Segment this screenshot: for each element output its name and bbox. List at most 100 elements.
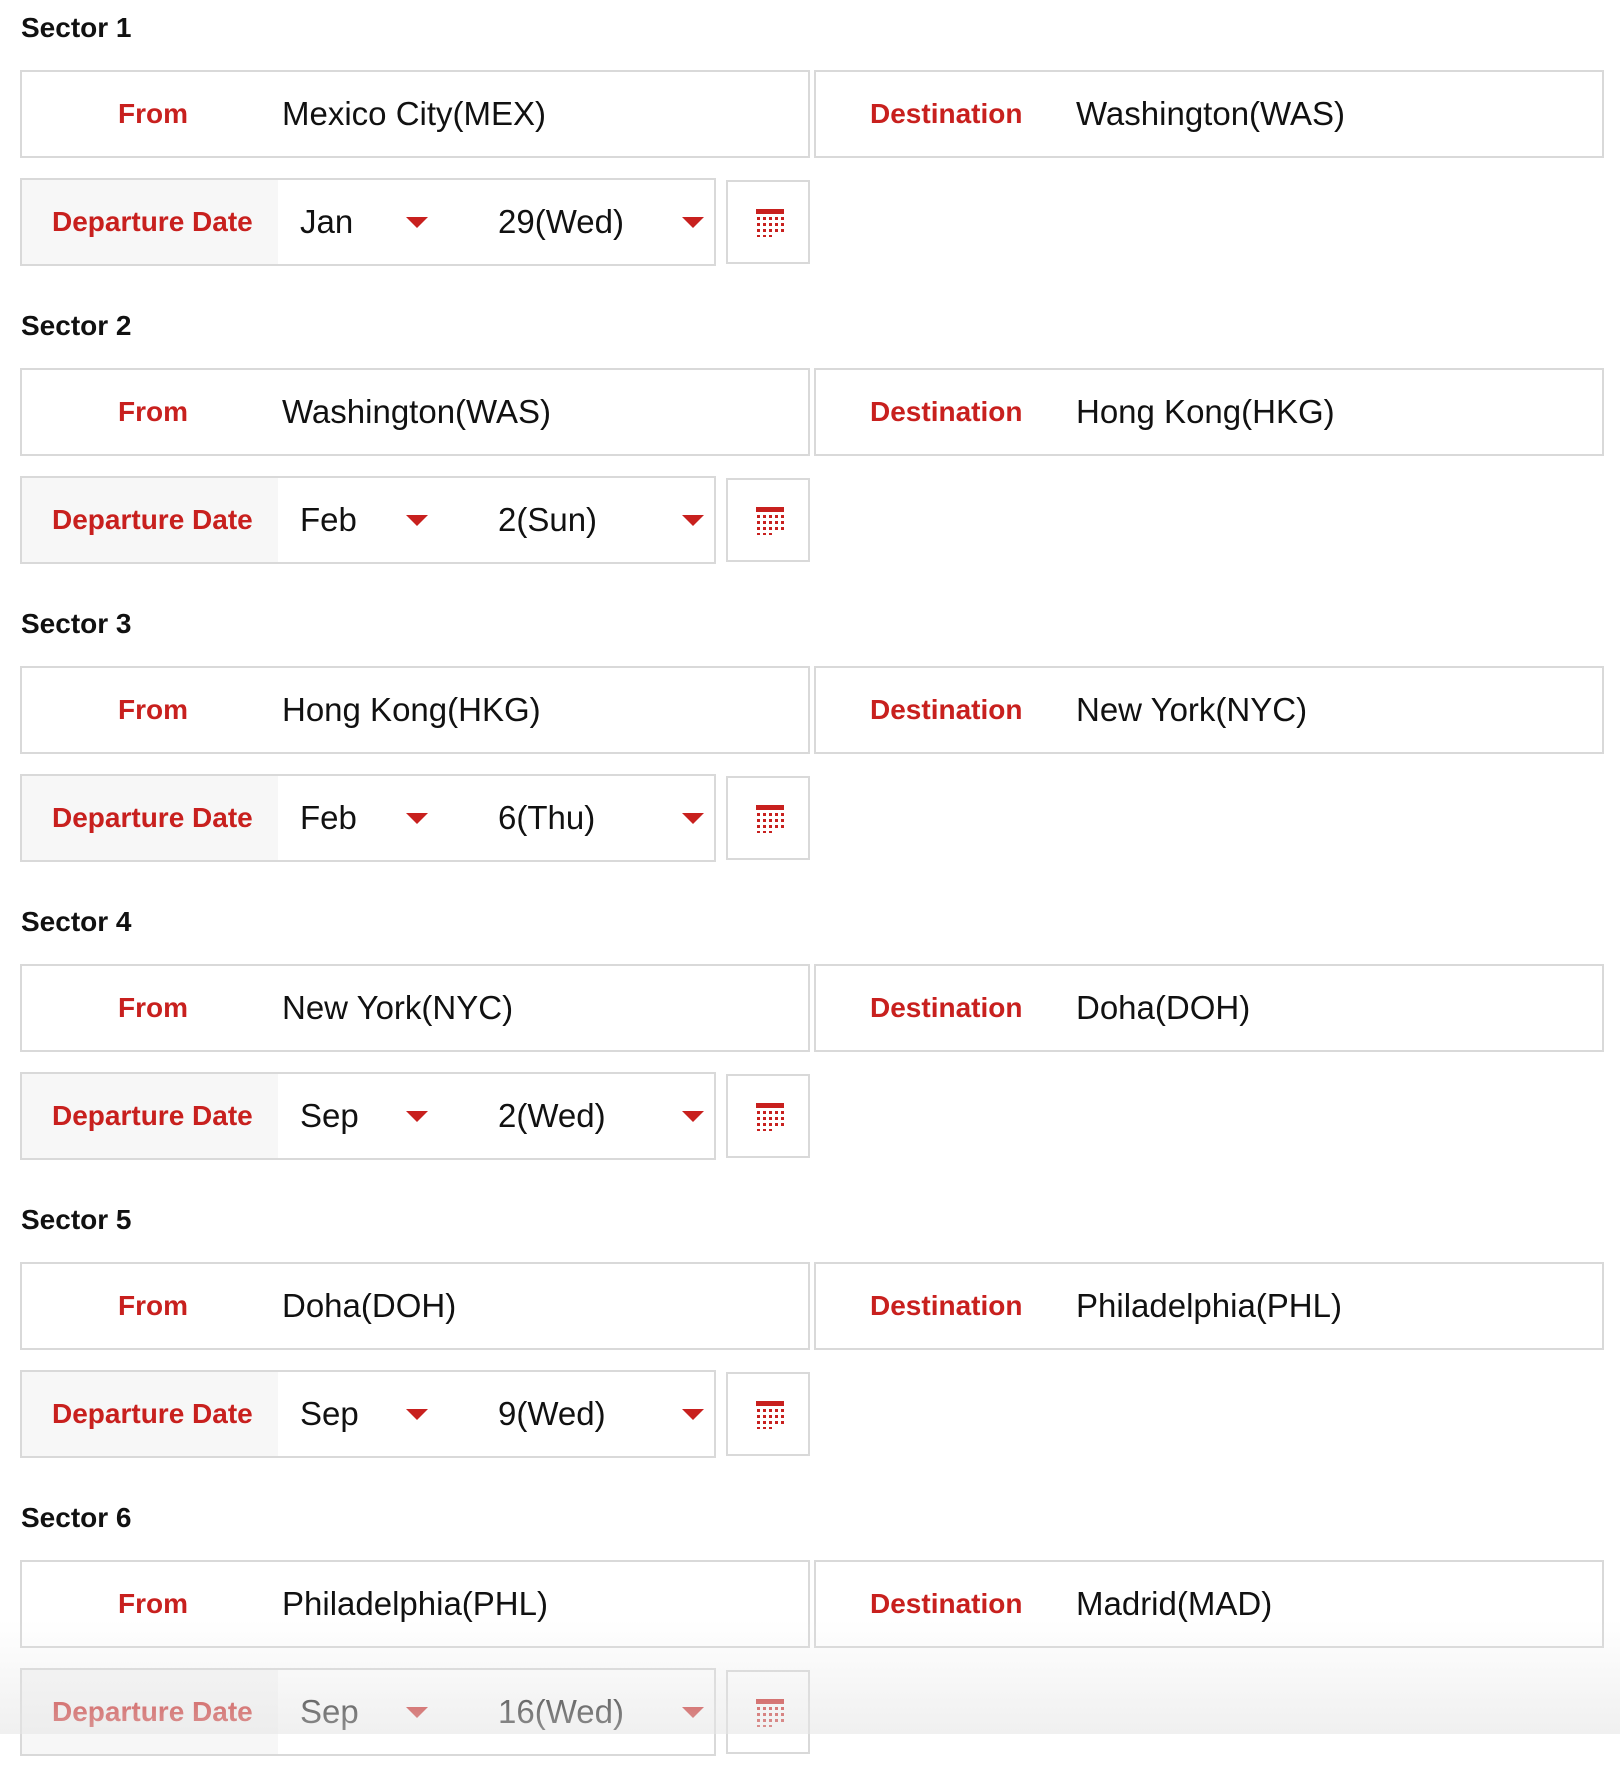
calendar-icon xyxy=(756,1401,784,1429)
calendar-icon xyxy=(756,1699,784,1727)
calendar-button[interactable] xyxy=(726,776,810,860)
from-value[interactable]: Hong Kong(HKG) xyxy=(282,668,541,752)
departure-date-field: Departure Date Feb 2(Sun) xyxy=(20,476,716,564)
sector-title: Sector 3 xyxy=(21,608,132,639)
destination-field[interactable]: Destination Washington(WAS) xyxy=(814,70,1604,158)
caret-down-icon xyxy=(682,1707,704,1718)
from-value[interactable]: Philadelphia(PHL) xyxy=(282,1562,548,1646)
from-field[interactable]: From New York(NYC) xyxy=(20,964,810,1052)
departure-date-field: Departure Date Feb 6(Thu) xyxy=(20,774,716,862)
calendar-icon xyxy=(756,805,784,833)
calendar-button[interactable] xyxy=(726,180,810,264)
sector-2: Sector 2 From Washington(WAS) Destinatio… xyxy=(0,298,1620,596)
from-field[interactable]: From Doha(DOH) xyxy=(20,1262,810,1350)
from-field[interactable]: From Mexico City(MEX) xyxy=(20,70,810,158)
month-select[interactable]: Sep xyxy=(278,1074,458,1158)
departure-date-label: Departure Date xyxy=(22,1670,278,1754)
sector-title: Sector 4 xyxy=(21,906,132,937)
day-select[interactable]: 16(Wed) xyxy=(458,1670,714,1754)
sector-list: Sector 1 From Mexico City(MEX) Destinati… xyxy=(0,0,1620,1788)
calendar-button[interactable] xyxy=(726,478,810,562)
destination-label: Destination xyxy=(870,396,1023,427)
from-field[interactable]: From Philadelphia(PHL) xyxy=(20,1560,810,1648)
from-label: From xyxy=(118,396,188,427)
from-label: From xyxy=(118,1290,188,1321)
caret-down-icon xyxy=(682,1111,704,1122)
departure-date-label: Departure Date xyxy=(22,776,278,860)
destination-label: Destination xyxy=(870,992,1023,1023)
departure-date-field: Departure Date Sep 16(Wed) xyxy=(20,1668,716,1756)
departure-date-field: Departure Date Sep 2(Wed) xyxy=(20,1072,716,1160)
from-label: From xyxy=(118,992,188,1023)
calendar-icon xyxy=(756,507,784,535)
month-value: Sep xyxy=(300,1395,359,1432)
from-field[interactable]: From Hong Kong(HKG) xyxy=(20,666,810,754)
from-label: From xyxy=(118,98,188,129)
sector-title: Sector 2 xyxy=(21,310,132,341)
day-select[interactable]: 2(Wed) xyxy=(458,1074,714,1158)
day-select[interactable]: 9(Wed) xyxy=(458,1372,714,1456)
calendar-button[interactable] xyxy=(726,1372,810,1456)
calendar-button[interactable] xyxy=(726,1670,810,1754)
calendar-icon xyxy=(756,1103,784,1131)
day-select[interactable]: 2(Sun) xyxy=(458,478,714,562)
departure-date-field: Departure Date Jan 29(Wed) xyxy=(20,178,716,266)
month-select[interactable]: Feb xyxy=(278,776,458,860)
destination-label: Destination xyxy=(870,694,1023,725)
departure-date-label: Departure Date xyxy=(22,1372,278,1456)
caret-down-icon xyxy=(406,1111,428,1122)
destination-field[interactable]: Destination New York(NYC) xyxy=(814,666,1604,754)
day-select[interactable]: 6(Thu) xyxy=(458,776,714,860)
month-value: Feb xyxy=(300,501,357,538)
destination-value[interactable]: Doha(DOH) xyxy=(1076,966,1250,1050)
day-value: 2(Wed) xyxy=(498,1097,606,1134)
sector-6: Sector 6 From Philadelphia(PHL) Destinat… xyxy=(0,1490,1620,1788)
from-field[interactable]: From Washington(WAS) xyxy=(20,368,810,456)
destination-value[interactable]: New York(NYC) xyxy=(1076,668,1307,752)
from-value[interactable]: Mexico City(MEX) xyxy=(282,72,546,156)
caret-down-icon xyxy=(682,217,704,228)
destination-value[interactable]: Madrid(MAD) xyxy=(1076,1562,1272,1646)
destination-field[interactable]: Destination Doha(DOH) xyxy=(814,964,1604,1052)
destination-field[interactable]: Destination Madrid(MAD) xyxy=(814,1560,1604,1648)
sector-title: Sector 6 xyxy=(21,1502,132,1533)
from-value[interactable]: Washington(WAS) xyxy=(282,370,551,454)
caret-down-icon xyxy=(406,1707,428,1718)
departure-date-label: Departure Date xyxy=(22,478,278,562)
destination-label: Destination xyxy=(870,1588,1023,1619)
month-value: Sep xyxy=(300,1097,359,1134)
month-select[interactable]: Jan xyxy=(278,180,458,264)
caret-down-icon xyxy=(406,217,428,228)
destination-value[interactable]: Hong Kong(HKG) xyxy=(1076,370,1335,454)
destination-field[interactable]: Destination Philadelphia(PHL) xyxy=(814,1262,1604,1350)
destination-label: Destination xyxy=(870,1290,1023,1321)
departure-date-label: Departure Date xyxy=(22,1074,278,1158)
caret-down-icon xyxy=(406,1409,428,1420)
day-value: 9(Wed) xyxy=(498,1395,606,1432)
day-value: 6(Thu) xyxy=(498,799,596,836)
departure-date-label: Departure Date xyxy=(22,180,278,264)
sector-1: Sector 1 From Mexico City(MEX) Destinati… xyxy=(0,0,1620,298)
destination-value[interactable]: Philadelphia(PHL) xyxy=(1076,1264,1342,1348)
sector-5: Sector 5 From Doha(DOH) Destination Phil… xyxy=(0,1192,1620,1490)
day-select[interactable]: 29(Wed) xyxy=(458,180,714,264)
sector-3: Sector 3 From Hong Kong(HKG) Destination… xyxy=(0,596,1620,894)
day-value: 29(Wed) xyxy=(498,203,624,240)
caret-down-icon xyxy=(406,813,428,824)
destination-value[interactable]: Washington(WAS) xyxy=(1076,72,1345,156)
month-value: Jan xyxy=(300,203,354,240)
from-value[interactable]: New York(NYC) xyxy=(282,966,513,1050)
destination-field[interactable]: Destination Hong Kong(HKG) xyxy=(814,368,1604,456)
calendar-button[interactable] xyxy=(726,1074,810,1158)
month-select[interactable]: Sep xyxy=(278,1670,458,1754)
from-label: From xyxy=(118,1588,188,1619)
destination-label: Destination xyxy=(870,98,1023,129)
caret-down-icon xyxy=(406,515,428,526)
caret-down-icon xyxy=(682,515,704,526)
sector-title: Sector 5 xyxy=(21,1204,132,1235)
month-select[interactable]: Sep xyxy=(278,1372,458,1456)
month-select[interactable]: Feb xyxy=(278,478,458,562)
sector-4: Sector 4 From New York(NYC) Destination … xyxy=(0,894,1620,1192)
day-value: 16(Wed) xyxy=(498,1693,624,1730)
from-value[interactable]: Doha(DOH) xyxy=(282,1264,456,1348)
